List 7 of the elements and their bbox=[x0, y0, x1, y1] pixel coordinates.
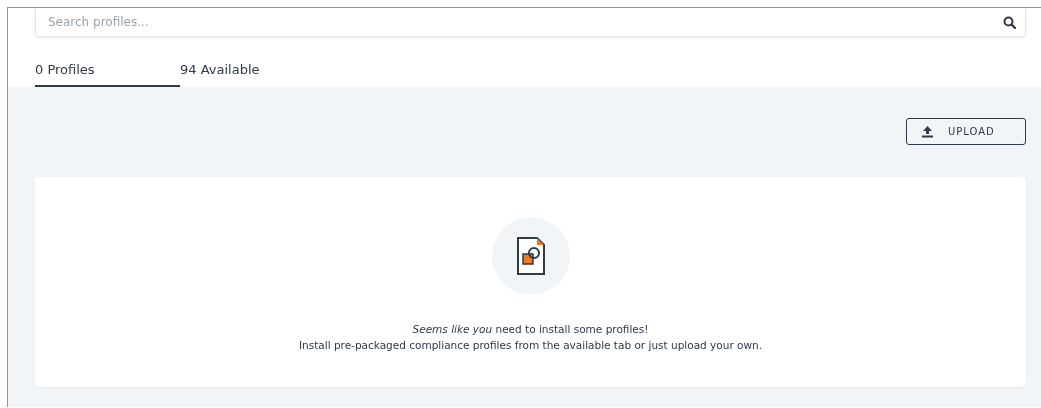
upload-button[interactable]: UPLOAD bbox=[906, 118, 1026, 145]
search-icon[interactable] bbox=[1003, 16, 1016, 29]
empty-hint: Install pre-packaged compliance profiles from the available tab or just upload your own. bbox=[298, 339, 763, 351]
search-field[interactable]: Search profiles... bbox=[35, 8, 1026, 37]
empty-message: Seems like you need to install some profiles! bbox=[412, 323, 649, 335]
upload-icon bbox=[921, 125, 934, 138]
tab[interactable]: 94 Available bbox=[180, 62, 325, 87]
